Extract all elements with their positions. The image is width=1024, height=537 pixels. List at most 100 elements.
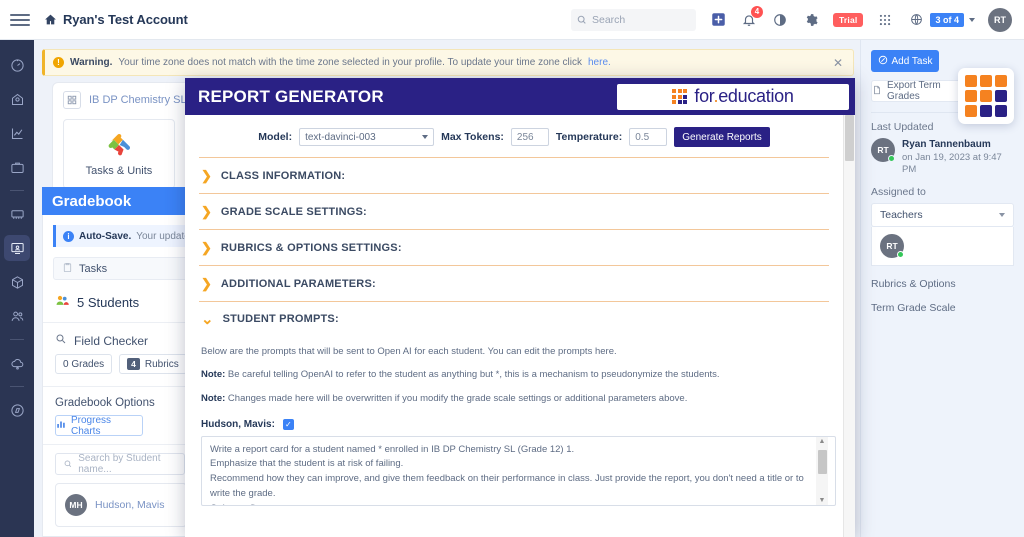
- home-icon[interactable]: [44, 13, 57, 26]
- assignee-list: RT: [871, 227, 1014, 267]
- grid-cell-7: [965, 105, 977, 117]
- seats-selector[interactable]: 3 of 4: [907, 11, 975, 29]
- assigned-to-value: Teachers: [880, 209, 923, 222]
- generate-reports-button[interactable]: Generate Reports: [674, 127, 770, 147]
- help-icon[interactable]: [771, 11, 789, 29]
- progress-charts-label: Progress Charts: [71, 414, 112, 437]
- notification-badge: 4: [751, 5, 763, 18]
- sidebar-item-dashboard[interactable]: [4, 52, 30, 78]
- warning-link[interactable]: here.: [588, 57, 611, 68]
- plus-circle-icon: [878, 55, 888, 68]
- link-rubrics-and-options[interactable]: Rubrics & Options: [871, 278, 1014, 290]
- autosave-label: Auto-Save.: [79, 230, 132, 242]
- rail-divider-2: [10, 339, 24, 340]
- sidebar-item-classroom[interactable]: [4, 201, 30, 227]
- grid-cell-6: [995, 90, 1007, 102]
- chip-rubrics[interactable]: 4 Rubrics: [119, 354, 187, 374]
- students-icon: [55, 293, 70, 311]
- scroll-up-icon[interactable]: ▲: [819, 438, 826, 445]
- last-updated-name: Ryan Tannenbaum: [902, 139, 991, 150]
- section-rubrics-options-settings[interactable]: ❯ RUBRICS & OPTIONS SETTINGS:: [199, 229, 829, 265]
- for-education-logo: for.education: [617, 83, 849, 110]
- grid-cell-1: [965, 75, 977, 87]
- tab-tasks-label: Tasks: [79, 262, 108, 275]
- chevron-right-icon: ❯: [201, 276, 212, 291]
- avatar[interactable]: RT: [988, 7, 1012, 32]
- logo-text: for.education: [694, 86, 794, 107]
- seats-badge: 3 of 4: [930, 12, 964, 27]
- sidebar-item-people[interactable]: [4, 303, 30, 329]
- online-status-dot: [897, 251, 904, 259]
- add-task-button[interactable]: Add Task: [871, 50, 939, 72]
- sidebar-item-cloud[interactable]: [4, 350, 30, 376]
- student-prompts-note-2: Note: Changes made here will be overwrit…: [201, 392, 829, 406]
- sidebar-item-school[interactable]: [4, 86, 30, 112]
- rail-divider-3: [10, 386, 24, 387]
- student-prompts-note-1: Note: Be careful telling OpenAI to refer…: [201, 368, 829, 382]
- search-input[interactable]: Search: [571, 8, 696, 31]
- gear-icon[interactable]: [802, 11, 820, 29]
- chip-rubrics-label: Rubrics: [144, 358, 179, 370]
- students-count-label: 5 Students: [77, 294, 140, 310]
- logo-text-for: for: [694, 86, 714, 106]
- temperature-input[interactable]: 0.5: [629, 128, 668, 146]
- bar-chart-icon: [56, 419, 66, 432]
- document-icon: [872, 85, 882, 98]
- warning-label: Warning.: [70, 57, 113, 68]
- sidebar-item-resources[interactable]: [4, 269, 30, 295]
- student-prompt-checkbox[interactable]: ✓: [282, 418, 294, 430]
- max-tokens-input[interactable]: 256: [510, 128, 549, 146]
- chevron-down-icon: ⌄: [201, 310, 214, 328]
- section-grade-scale-settings[interactable]: ❯ GRADE SCALE SETTINGS:: [199, 193, 829, 229]
- logo-grid-icon: [672, 89, 688, 104]
- section-title: STUDENT PROMPTS:: [222, 313, 339, 325]
- modal-scroll-area: Model: text-davinci-003 Max Tokens: 256 …: [185, 115, 843, 537]
- apps-grid-icon[interactable]: [876, 11, 894, 29]
- trial-badge[interactable]: Trial: [833, 12, 864, 27]
- student-name: Hudson, Mavis: [95, 499, 165, 511]
- menu-toggle-icon[interactable]: [10, 10, 30, 30]
- modal-scrollbar[interactable]: ▲: [843, 115, 855, 537]
- section-class-information[interactable]: ❯ CLASS INFORMATION:: [199, 157, 829, 193]
- color-grid-widget[interactable]: [958, 68, 1014, 124]
- logo-text-education: education: [718, 86, 794, 106]
- tile-tasks-and-units[interactable]: Tasks & Units: [63, 119, 175, 189]
- assigned-to-select[interactable]: Teachers: [871, 203, 1014, 228]
- scroll-down-icon[interactable]: ▼: [819, 497, 826, 504]
- max-tokens-label: Max Tokens:: [441, 131, 504, 143]
- sidebar-item-gradebook[interactable]: [4, 235, 30, 261]
- puzzle-icon: [108, 133, 131, 155]
- note-label: Note:: [201, 392, 226, 404]
- chip-grades[interactable]: 0 Grades: [55, 354, 113, 374]
- chevron-down-icon: [999, 213, 1005, 218]
- student-search-input[interactable]: Search by Student name...: [55, 453, 185, 475]
- grid-small-icon: [63, 91, 81, 109]
- warning-icon: !: [53, 57, 64, 68]
- sidebar-item-explore[interactable]: [4, 397, 30, 423]
- list-item[interactable]: MH Hudson, Mavis: [55, 483, 187, 527]
- student-prompt-textarea[interactable]: Write a report card for a student named …: [201, 435, 836, 506]
- link-term-grade-scale[interactable]: Term Grade Scale: [871, 302, 1014, 314]
- progress-charts-button[interactable]: Progress Charts: [55, 414, 143, 437]
- section-student-prompts[interactable]: ⌄ STUDENT PROMPTS:: [199, 301, 829, 336]
- grid-cell-4: [965, 90, 977, 102]
- add-icon[interactable]: [709, 11, 727, 29]
- assigned-to-label: Assigned to: [871, 186, 926, 199]
- section-additional-parameters[interactable]: ❯ ADDITIONAL PARAMETERS:: [199, 265, 829, 301]
- modal-scroll-thumb[interactable]: [845, 115, 854, 161]
- model-value: text-davinci-003: [305, 131, 376, 143]
- notifications-icon[interactable]: 4: [740, 5, 763, 29]
- close-icon[interactable]: ✕: [833, 56, 845, 70]
- model-label: Model:: [258, 131, 293, 143]
- sidebar-item-briefcase[interactable]: [4, 154, 30, 180]
- textarea-scroll-thumb[interactable]: [818, 449, 827, 474]
- last-updated-row: RT Ryan Tannenbaum on Jan 19, 2023 at 9:…: [871, 138, 1014, 177]
- report-generator-modal: REPORT GENERATOR for.education Model: te…: [185, 78, 855, 537]
- model-select[interactable]: text-davinci-003: [299, 128, 435, 146]
- grid-cell-9: [995, 105, 1007, 117]
- note-text: Changes made here will be overwritten if…: [225, 392, 688, 404]
- sidebar-item-analytics[interactable]: [4, 120, 30, 146]
- note-text: Be careful telling OpenAI to refer to th…: [225, 369, 720, 381]
- globe-icon: [907, 11, 925, 29]
- section-title: CLASS INFORMATION:: [220, 169, 346, 182]
